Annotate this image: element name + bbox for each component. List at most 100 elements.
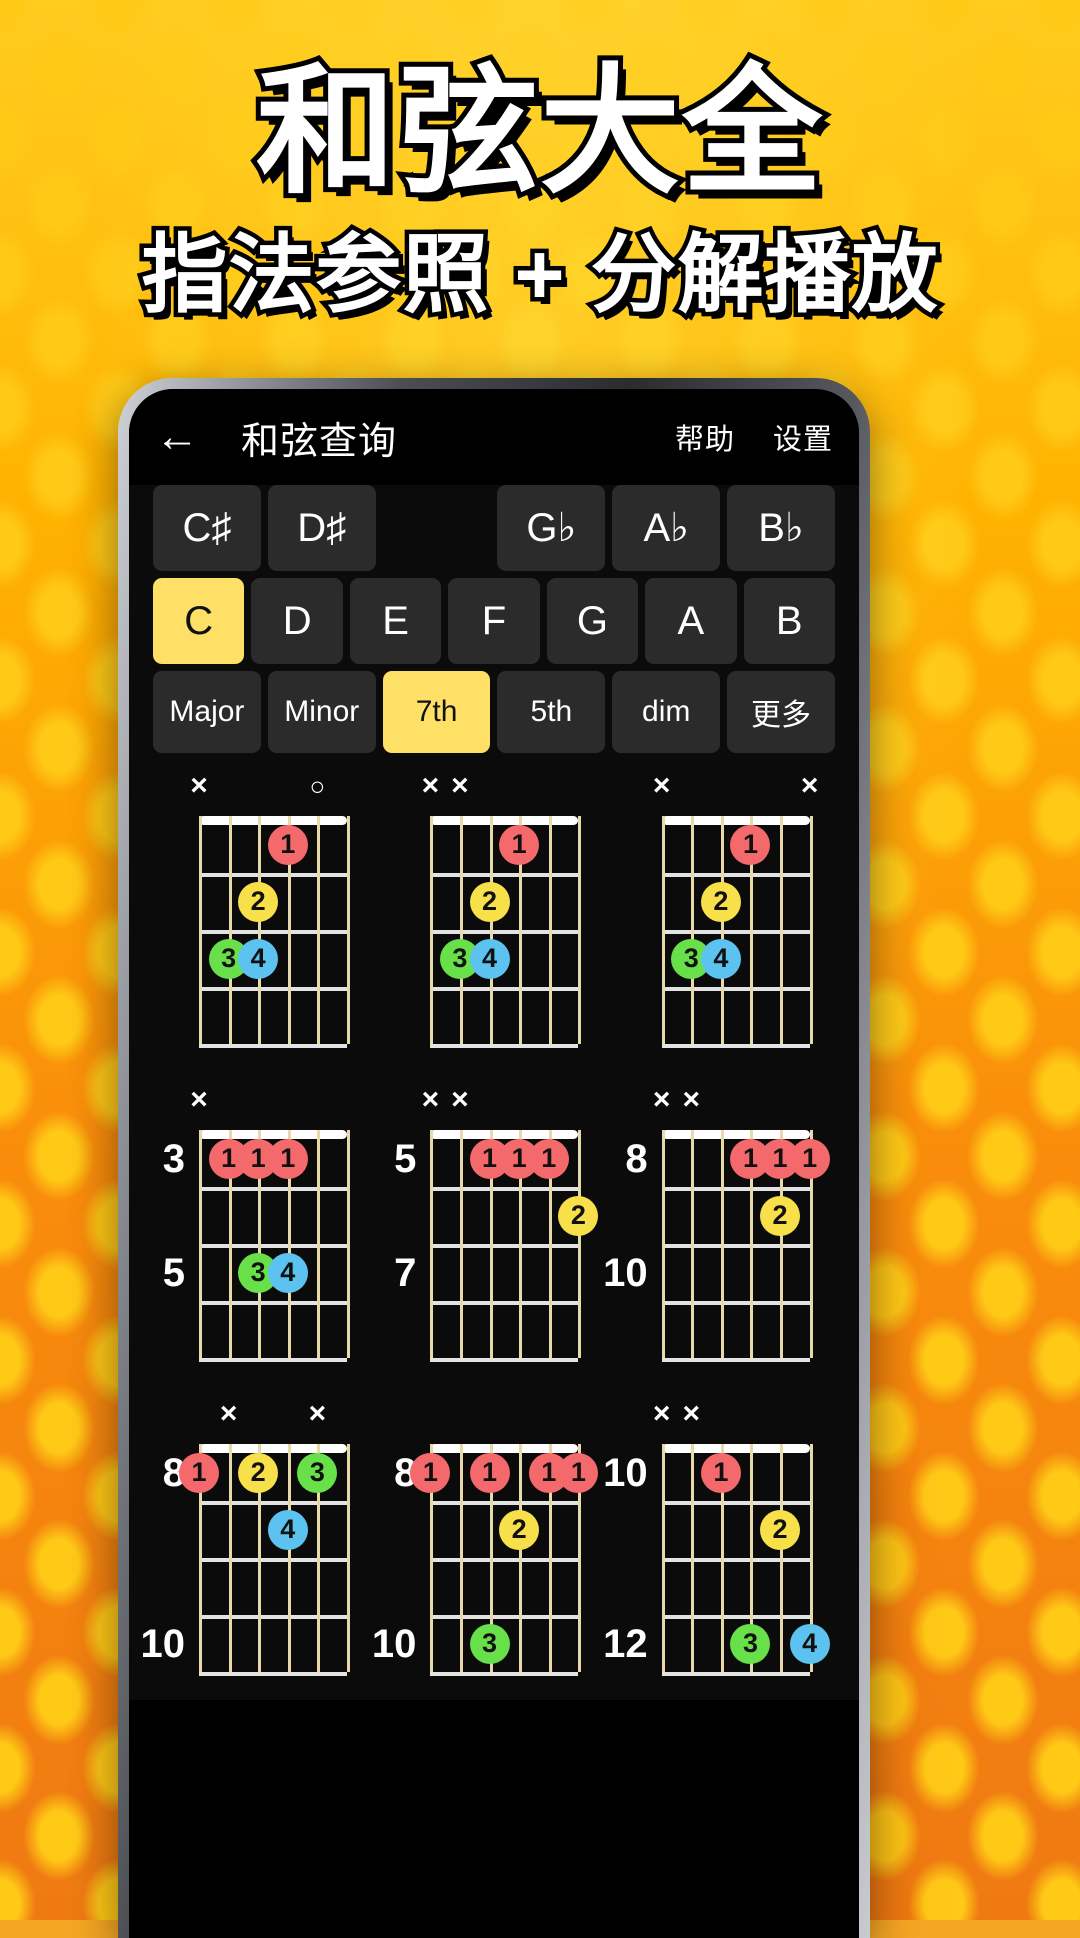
finger-dot: 2 [760, 1195, 801, 1236]
top-fret [430, 1444, 579, 1453]
fret-line [199, 1358, 347, 1362]
accidental-key-G♭[interactable]: G♭ [497, 485, 606, 571]
finger-dot: 4 [789, 1623, 830, 1664]
natural-key-A[interactable]: A [645, 578, 737, 664]
chord-diagram[interactable]: 8 10 1 1 1 1 2 3 [372, 1408, 609, 1700]
promo-subtitle: 指法参照 + 分解播放 [137, 223, 942, 326]
chord-type-Minor[interactable]: Minor [267, 671, 376, 753]
string-line [809, 816, 813, 1044]
fret-line [199, 930, 347, 934]
top-fret [199, 1130, 347, 1139]
finger-dot: 1 [267, 1138, 308, 1179]
muted-string-icon: × [451, 1083, 469, 1116]
fret-number-label: 10 [603, 1250, 648, 1295]
fret-line [199, 1044, 347, 1048]
chord-type-Major[interactable]: Major [153, 671, 261, 753]
natural-key-D[interactable]: D [251, 578, 343, 664]
chord-diagram[interactable]: × × 8 10 1 1 1 2 [603, 1085, 841, 1386]
accidental-key-C♯[interactable]: C♯ [153, 485, 261, 571]
open-string-icon: ○ [309, 771, 326, 801]
chord-diagram[interactable]: × × 1 2 3 4 [378, 771, 609, 1072]
string-line [347, 1130, 350, 1358]
accidental-key-D♯[interactable]: D♯ [267, 485, 376, 571]
promo-title: 和弦大全 [251, 53, 827, 210]
finger-dot: 2 [760, 1509, 801, 1550]
muted-string-icon: × [652, 769, 671, 802]
chord-diagram[interactable]: × × 1 2 3 4 [610, 771, 841, 1072]
chord-type-7th[interactable]: 7th [382, 671, 491, 753]
fret-number-label: 7 [394, 1250, 417, 1295]
string-line [720, 816, 724, 1044]
nut [661, 816, 810, 825]
string-line [228, 816, 232, 1044]
finger-dot: 4 [700, 938, 741, 979]
fret-line [430, 1558, 579, 1562]
finger-dot: 4 [469, 938, 510, 979]
finger-dot: 1 [469, 1452, 510, 1493]
top-fret [199, 1444, 347, 1453]
chord-diagram[interactable]: × × 8 10 1 2 3 4 [141, 1399, 378, 1700]
help-button[interactable]: 帮助 [675, 416, 735, 458]
chord-type-dim[interactable]: dim [612, 671, 721, 753]
string-line [691, 1130, 695, 1358]
fret-line [199, 1672, 347, 1676]
top-fret [430, 1130, 579, 1139]
settings-button[interactable]: 设置 [773, 416, 833, 458]
natural-key-row: CDEFGAB [129, 578, 859, 671]
fret-line [661, 1244, 810, 1248]
chord-type-5th[interactable]: 5th [497, 671, 606, 753]
fret-line [661, 1558, 810, 1562]
chord-diagram[interactable]: × × 5 7 1 1 1 2 [378, 1085, 609, 1386]
fretboard: × ○ 1 2 3 4 [190, 771, 350, 1048]
accidental-key-spacer [383, 485, 491, 571]
finger-dot: 2 [499, 1509, 540, 1550]
string-line [578, 1130, 582, 1358]
fret-number-label: 3 [162, 1136, 185, 1181]
fret-line [430, 930, 579, 934]
fret-line [661, 987, 810, 991]
chord-diagram[interactable]: × 3 5 1 1 1 3 4 [147, 1085, 378, 1386]
muted-string-icon: × [451, 769, 469, 802]
muted-string-icon: × [800, 769, 819, 802]
arrow-left-icon[interactable]: ← [155, 415, 211, 459]
natural-key-G[interactable]: G [546, 578, 639, 664]
muted-string-icon: × [308, 1397, 327, 1430]
natural-key-B[interactable]: B [743, 578, 835, 664]
string-line [258, 816, 262, 1044]
fret-line [661, 1044, 810, 1048]
fret-line [199, 873, 347, 877]
chord-diagram[interactable]: × ○ 1 2 3 4 [147, 771, 378, 1072]
chord-diagram[interactable]: × × 10 12 1 2 3 4 [603, 1399, 841, 1700]
muted-string-icon: × [652, 1083, 671, 1116]
string-line [199, 816, 202, 1044]
string-line [430, 816, 434, 1044]
fret-number-label: 5 [394, 1136, 417, 1181]
string-line [459, 1444, 463, 1672]
fret-line [661, 1187, 810, 1191]
string-line [489, 816, 493, 1044]
fret-line [199, 987, 347, 991]
fret-line [199, 1501, 347, 1505]
finger-dot: 1 [528, 1138, 569, 1179]
finger-dot: 4 [238, 938, 279, 979]
fret-line [661, 1301, 810, 1305]
fret-line [199, 1558, 347, 1562]
natural-key-F[interactable]: F [448, 578, 540, 664]
string-line [347, 816, 350, 1044]
fret-line [199, 1187, 347, 1191]
finger-dot: 2 [469, 881, 510, 922]
natural-key-C[interactable]: C [153, 578, 245, 664]
accidental-key-A♭[interactable]: A♭ [612, 485, 721, 571]
natural-key-E[interactable]: E [349, 578, 442, 664]
fret-number-label: 10 [140, 1621, 186, 1666]
fretboard: × × 8 10 1 2 3 4 [141, 1399, 350, 1676]
string-line [519, 1444, 523, 1672]
fret-line [430, 1358, 579, 1362]
finger-dot: 2 [238, 881, 279, 922]
fret-number-label: 10 [603, 1450, 648, 1495]
fret-line [199, 1301, 347, 1305]
accidental-key-B♭[interactable]: B♭ [727, 485, 835, 571]
chord-type-更多[interactable]: 更多 [727, 671, 835, 753]
finger-dot: 1 [789, 1138, 830, 1179]
string-line [459, 1130, 463, 1358]
